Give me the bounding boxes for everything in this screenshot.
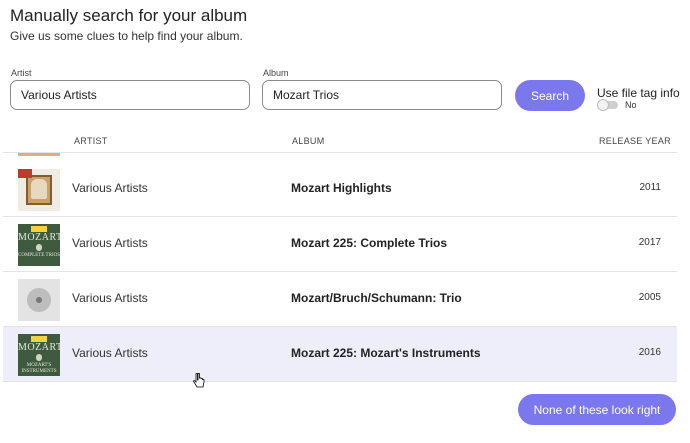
cover-title: MOZART <box>18 232 60 243</box>
search-button[interactable]: Search <box>515 80 585 111</box>
row-year: 2016 <box>638 347 661 358</box>
row-album: Mozart/Bruch/Schumann: Trio <box>291 291 462 305</box>
cover-subtitle: MOZART'S INSTRUMENTS <box>21 363 57 374</box>
artist-label: Artist <box>11 68 32 78</box>
table-row-highlighted[interactable]: MOZART MOZART'S INSTRUMENTS Various Arti… <box>3 327 677 382</box>
mozart-highlights-cover <box>18 169 60 211</box>
cover-portrait <box>31 179 47 199</box>
cover-figure <box>36 244 42 251</box>
file-tag-toggle[interactable] <box>597 99 618 111</box>
row-artist: Various Artists <box>72 346 148 360</box>
artist-input[interactable] <box>10 80 250 110</box>
cover-figure <box>36 354 42 361</box>
toggle-knob <box>597 99 609 111</box>
row-artist: Various Artists <box>72 291 148 305</box>
cover-label <box>18 169 32 178</box>
file-tag-state: No <box>625 100 637 110</box>
mozart-225-instruments-cover: MOZART MOZART'S INSTRUMENTS <box>18 334 60 376</box>
row-album: Mozart Highlights <box>291 181 392 195</box>
column-header-album: ALBUM <box>292 136 325 146</box>
cover-title: MOZART <box>18 342 60 353</box>
row-year: 2011 <box>639 182 661 193</box>
row-artist: Various Artists <box>72 181 148 195</box>
column-header-artist: ARTIST <box>74 136 108 146</box>
page-title: Manually search for your album <box>10 6 248 25</box>
hand-pointer-cursor-icon <box>193 373 205 388</box>
page-subtitle: Give us some clues to help find your alb… <box>10 29 243 43</box>
none-look-right-button[interactable]: None of these look right <box>518 394 676 425</box>
table-row[interactable]: MOZART COMPLETE TRIOS Various Artists Mo… <box>3 217 677 272</box>
disc-hole <box>36 297 42 303</box>
results-list[interactable]: Various Artists Mozart Highlights 2011 M… <box>3 152 677 382</box>
row-album: Mozart 225: Complete Trios <box>291 236 448 250</box>
table-row[interactable]: Various Artists Mozart/Bruch/Schumann: T… <box>3 272 677 327</box>
album-label: Album <box>263 68 289 78</box>
mozart-225-complete-trios-cover: MOZART COMPLETE TRIOS <box>18 224 60 266</box>
cover-subtitle: COMPLETE TRIOS <box>18 253 60 258</box>
generic-disc-cover <box>18 279 60 321</box>
row-year: 2005 <box>638 292 661 303</box>
album-input[interactable] <box>262 80 502 110</box>
list-top-divider <box>3 152 677 153</box>
table-row[interactable]: Various Artists Mozart Highlights 2011 <box>3 162 677 217</box>
column-header-release-year: RELEASE YEAR <box>599 136 671 146</box>
row-album: Mozart 225: Mozart's Instruments <box>291 346 481 360</box>
file-tag-label: Use file tag info <box>597 86 680 100</box>
row-artist: Various Artists <box>72 236 148 250</box>
row-year: 2017 <box>638 237 661 248</box>
